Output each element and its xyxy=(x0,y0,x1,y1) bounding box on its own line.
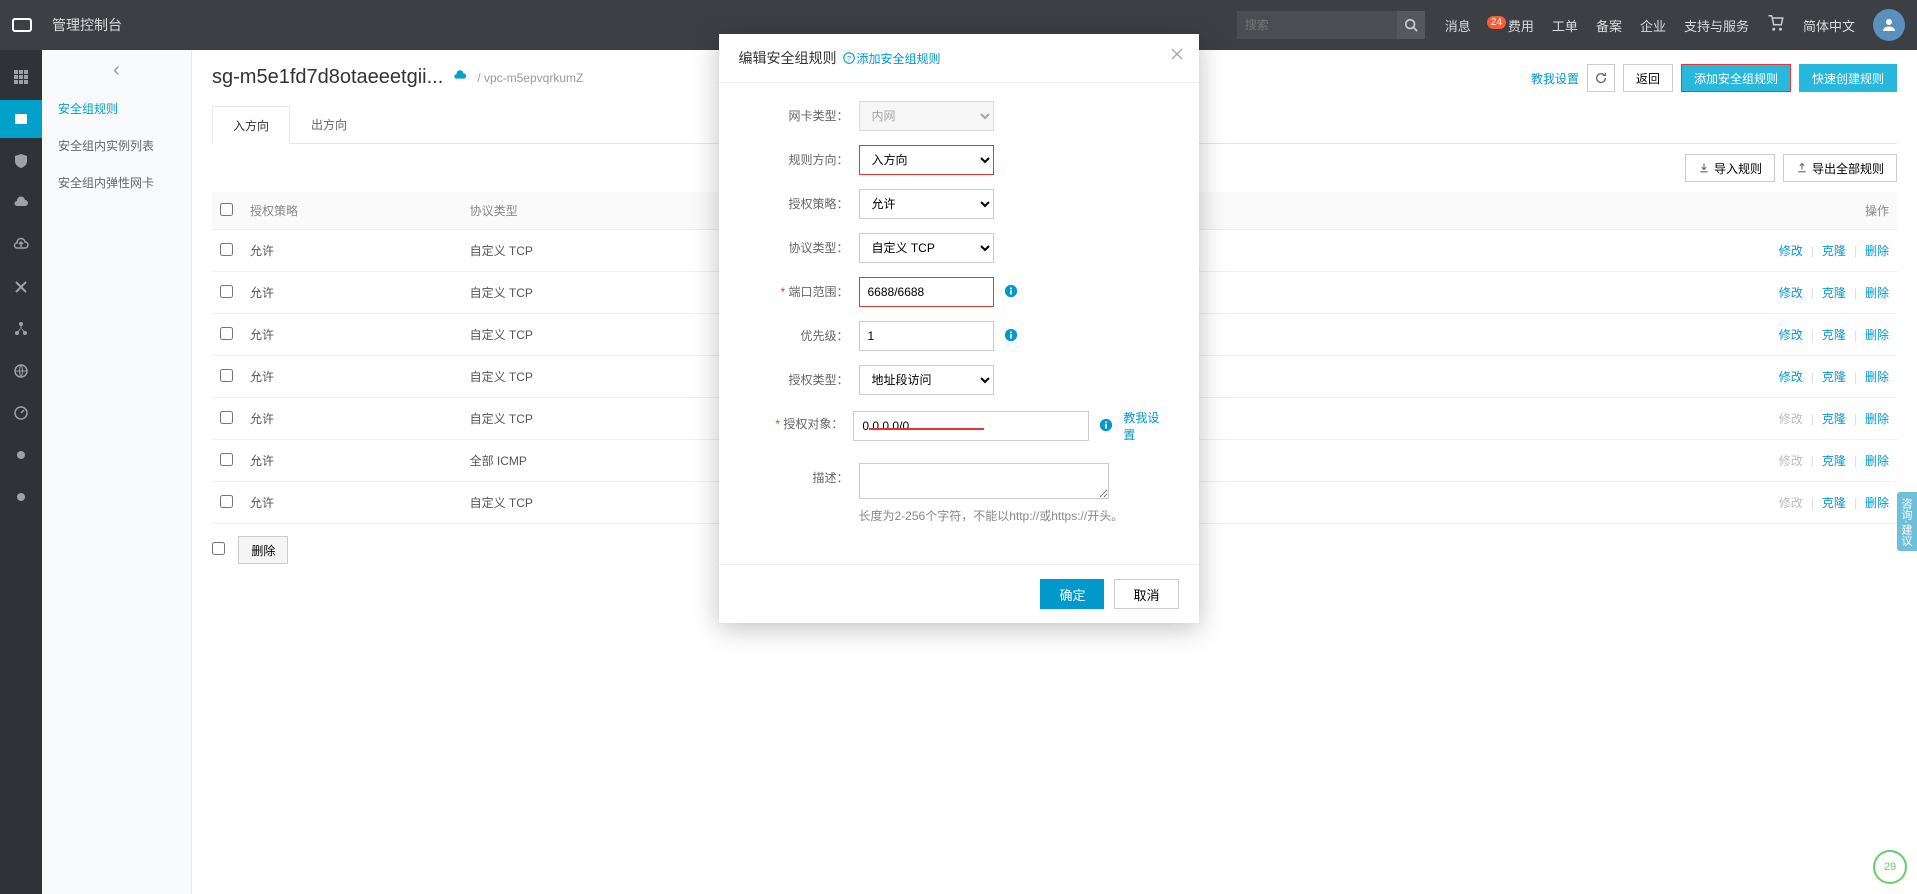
policy-label: 授权策略： xyxy=(749,189,859,212)
auth-object-label: 授权对象： xyxy=(749,409,854,432)
modal-help-link[interactable]: ?添加安全组规则 xyxy=(843,50,941,67)
priority-info-icon[interactable] xyxy=(1004,328,1018,345)
auth-object-input[interactable] xyxy=(853,411,1089,441)
authobj-info-icon xyxy=(1099,418,1113,435)
priority-label: 优先级： xyxy=(749,321,859,344)
port-range-input[interactable] xyxy=(859,277,994,307)
nic-type-select: 内网 xyxy=(859,101,994,131)
direction-select[interactable]: 入方向 xyxy=(859,145,994,175)
description-hint: 长度为2-256个字符，不能以http://或https://开头。 xyxy=(859,507,1169,524)
port-range-label: 端口范围： xyxy=(749,277,859,300)
auth-type-label: 授权类型： xyxy=(749,365,859,388)
description-label: 描述： xyxy=(749,463,859,486)
protocol-select[interactable]: 自定义 TCP xyxy=(859,233,994,263)
add-rule-modal: 编辑安全组规则 ?添加安全组规则 网卡类型： 内网 规则方向： 入方向 授权策略… xyxy=(719,34,1199,623)
teach-me-auth-link[interactable]: 教我设置 xyxy=(1123,409,1168,443)
priority-input[interactable] xyxy=(859,321,994,351)
description-input[interactable] xyxy=(859,463,1109,499)
protocol-label: 协议类型： xyxy=(749,233,859,256)
modal-cancel-button[interactable]: 取消 xyxy=(1114,579,1178,609)
port-info-icon[interactable] xyxy=(1004,284,1018,301)
modal-title: 编辑安全组规则 xyxy=(739,48,837,68)
nic-type-label: 网卡类型： xyxy=(749,101,859,124)
direction-label: 规则方向： xyxy=(749,145,859,168)
svg-text:?: ? xyxy=(846,54,850,63)
modal-ok-button[interactable]: 确定 xyxy=(1040,579,1104,609)
policy-select[interactable]: 允许 xyxy=(859,189,994,219)
auth-type-select[interactable]: 地址段访问 xyxy=(859,365,994,395)
modal-close-button[interactable] xyxy=(1169,46,1185,65)
